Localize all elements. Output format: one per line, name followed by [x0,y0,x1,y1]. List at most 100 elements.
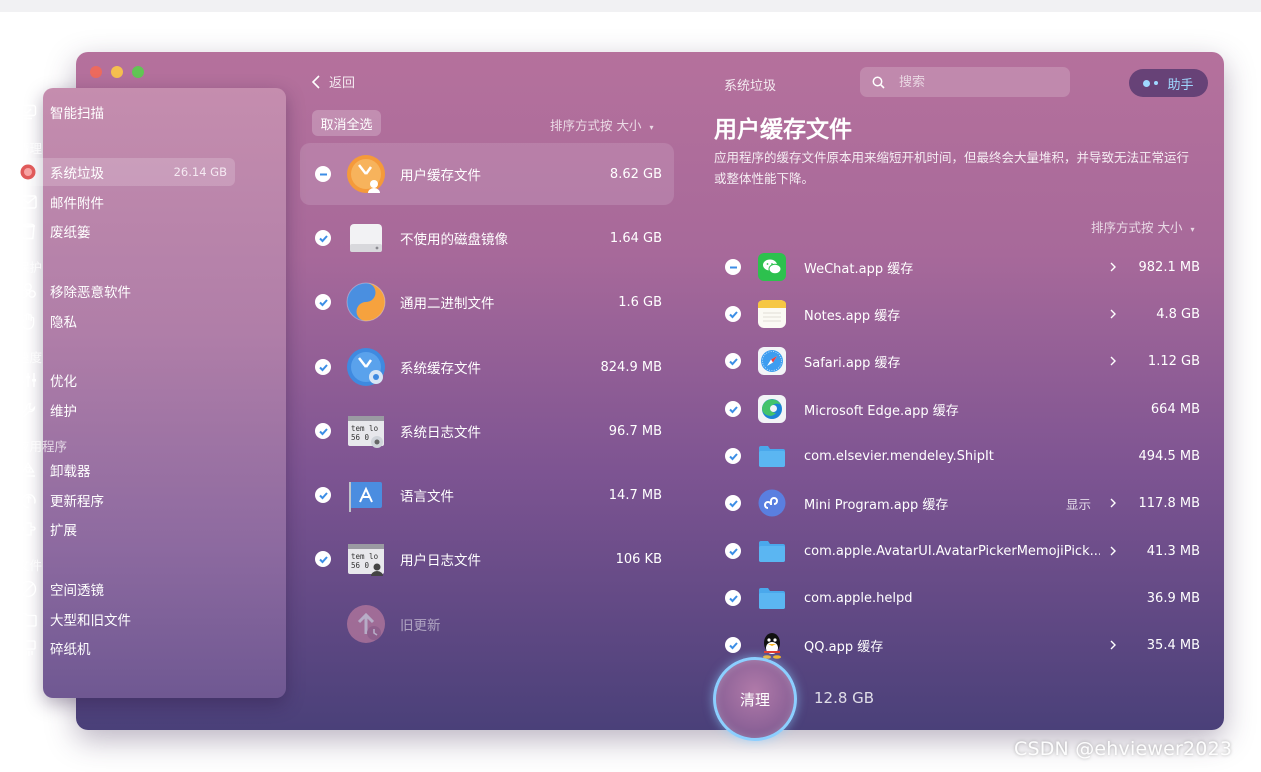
checked-checkbox[interactable] [725,590,741,606]
close-window-button[interactable] [90,66,102,78]
sidebar-item-space-lens[interactable]: 空间透镜 [8,575,235,603]
sidebar-item-malware-removal[interactable]: 移除恶意软件 [8,277,235,305]
window-controls [90,66,144,78]
sidebar-item-updater[interactable]: 更新程序 [8,486,235,514]
back-label: 返回 [329,76,356,91]
universal-binary-icon [346,282,386,322]
sidebar-item-mail-attachments[interactable]: 邮件附件 [8,188,235,216]
sort-label: 排序方式按 大小 [1091,220,1183,235]
app-row-helpd[interactable]: com.apple.helpd 36.9 MB [722,576,1206,620]
svg-text:tem lo: tem lo [351,552,379,561]
checked-checkbox[interactable] [315,423,331,439]
category-row-disk-images[interactable]: 不使用的磁盘镜像 1.64 GB [300,207,674,269]
app-row-wechat[interactable]: WeChat.app 缓存 982.1 MB [722,245,1206,289]
sidebar-item-optimization[interactable]: 优化 [8,366,235,394]
chevron-right-icon[interactable] [1108,356,1118,366]
category-row-user-cache[interactable]: 用户缓存文件 8.62 GB [300,143,674,205]
minimize-window-button[interactable] [111,66,123,78]
checked-checkbox[interactable] [725,543,741,559]
assistant-button[interactable]: 助手 [1129,69,1208,97]
update-arrow-icon [18,490,38,510]
app-row-qq[interactable]: QQ.app 缓存 35.4 MB [722,623,1206,667]
chevron-right-icon[interactable] [1108,262,1118,272]
sidebar-item-label: 优化 [50,374,77,390]
sidebar-section-files: 文件 [17,558,43,573]
category-name: 用户缓存文件 [400,168,481,184]
category-row-system-logs[interactable]: tem lo 56 0 系统日志文件 96.7 MB [300,400,674,462]
checked-checkbox[interactable] [725,448,741,464]
search-input[interactable] [899,74,1059,90]
app-size: 36.9 MB [1146,590,1200,606]
sidebar-item-extensions[interactable]: 扩展 [8,515,235,543]
sidebar-item-large-old-files[interactable]: 大型和旧文件 [8,605,235,633]
app-size: 117.8 MB [1138,495,1200,511]
checked-checkbox[interactable] [725,306,741,322]
chevron-right-icon[interactable] [1108,498,1118,508]
biohazard-icon [18,281,38,301]
sidebar-item-label: 维护 [50,404,77,420]
app-row-avatar-ui[interactable]: com.apple.AvatarUI.AvatarPickerMemojiPic… [722,529,1206,573]
app-size: 664 MB [1150,401,1200,417]
app-row-safari[interactable]: Safari.app 缓存 1.12 GB [722,339,1206,383]
folder-icon [759,541,785,562]
category-row-system-cache[interactable]: 系统缓存文件 824.9 MB [300,336,674,398]
partial-checkbox[interactable] [725,259,741,275]
app-row-mendeley[interactable]: com.elsevier.mendeley.ShipIt 494.5 MB [722,434,1206,478]
show-in-finder-link[interactable]: 显示 [1066,494,1091,513]
sidebar-item-label: 隐私 [50,315,77,331]
chevron-right-icon[interactable] [1108,640,1118,650]
chevron-down-icon: ▾ [1190,225,1195,234]
checked-checkbox[interactable] [725,401,741,417]
svg-text:56 0: 56 0 [351,433,370,442]
category-name: 不使用的磁盘镜像 [400,232,508,248]
app-size: 494.5 MB [1138,448,1200,464]
folder-icon [759,588,785,609]
user-log-icon: tem lo56 0 [348,544,384,576]
sidebar-section-protect: 保护 [17,260,43,275]
deselect-all-button[interactable]: 取消全选 [312,110,381,136]
detail-sort-dropdown[interactable]: 排序方式按 大小 ▾ [1091,217,1194,236]
assistant-label: 助手 [1167,77,1194,93]
checked-checkbox[interactable] [725,637,741,653]
sort-label: 排序方式按 大小 [550,118,642,133]
app-name: Notes.app 缓存 [804,308,901,324]
sidebar-item-uninstaller[interactable]: 卸载器 [8,456,235,484]
category-row-language-files[interactable]: 语言文件 14.7 MB [300,464,674,526]
category-size: 824.9 MB [600,359,662,375]
sidebar-item-label: 系统垃圾 [50,166,104,182]
sidebar-item-trash[interactable]: 废纸篓 [8,217,235,245]
category-row-old-updates[interactable]: 旧更新 [300,593,674,655]
partial-checkbox[interactable] [315,166,331,182]
back-button[interactable]: 返回 [311,72,355,91]
chevron-right-icon[interactable] [1108,309,1118,319]
chevron-right-icon[interactable] [1108,546,1118,556]
checked-checkbox[interactable] [315,487,331,503]
category-row-user-logs[interactable]: tem lo 56 0 用户日志文件 106 KB [300,528,674,590]
category-row-universal-binaries[interactable]: 通用二进制文件 1.6 GB [300,271,674,333]
checked-checkbox[interactable] [725,495,741,511]
zoom-window-button[interactable] [132,66,144,78]
sidebar-item-smart-scan[interactable]: 智能扫描 [8,98,235,126]
sidebar-item-label: 邮件附件 [50,196,104,212]
edge-icon [758,395,786,423]
checked-checkbox[interactable] [315,294,331,310]
app-row-notes[interactable]: Notes.app 缓存 4.8 GB [722,292,1206,336]
checked-checkbox[interactable] [315,230,331,246]
clean-button[interactable]: 清理 [713,657,797,741]
sidebar-item-system-junk[interactable]: 系统垃圾 26.14 GB [8,158,235,186]
category-name: 通用二进制文件 [400,296,495,312]
app-row-edge[interactable]: Microsoft Edge.app 缓存 664 MB [722,387,1206,431]
category-size: 106 KB [615,551,662,567]
checked-checkbox[interactable] [315,551,331,567]
sidebar-item-privacy[interactable]: 隐私 [8,307,235,335]
svg-text:tem lo: tem lo [351,424,379,433]
app-row-mini-program[interactable]: Mini Program.app 缓存 显示 117.8 MB [722,481,1206,525]
sort-dropdown[interactable]: 排序方式按 大小 ▾ [550,115,653,134]
checked-checkbox[interactable] [315,359,331,375]
sidebar-item-shredder[interactable]: 碎纸机 [8,634,235,662]
checked-checkbox[interactable] [725,353,741,369]
search-bar[interactable] [860,67,1070,97]
mail-icon [18,192,38,212]
smart-scan-icon [18,102,38,122]
sidebar-item-maintenance[interactable]: 维护 [8,396,235,424]
